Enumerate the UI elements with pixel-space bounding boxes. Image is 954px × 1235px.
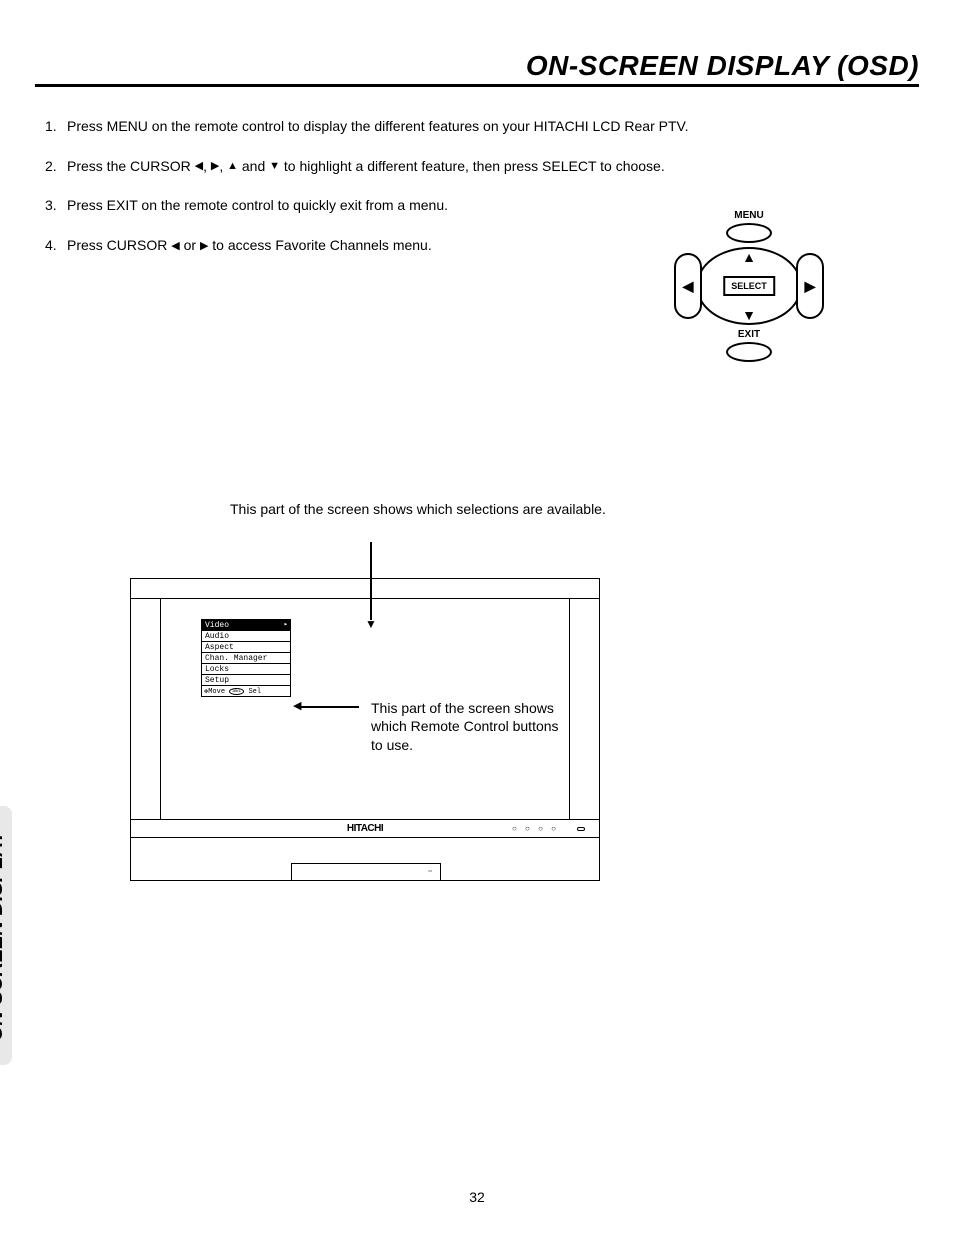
text-fragment: ,	[219, 158, 227, 174]
callout-arrow-line	[299, 706, 359, 708]
up-arrow-icon: ▲	[227, 161, 238, 172]
exit-button-label: EXIT	[674, 329, 824, 340]
left-arrow-icon: ◀	[293, 701, 301, 712]
menu-button-icon	[726, 223, 772, 243]
indicator-dots-icon: ○ ○ ○ ○	[512, 824, 559, 833]
tv-base: ▭	[131, 838, 599, 880]
down-arrow-icon: ▼	[742, 307, 756, 323]
instruction-item: 2. Press the CURSOR ◀, ▶, ▲ and ▼ to hig…	[45, 157, 909, 177]
list-number: 3.	[45, 196, 67, 216]
tv-body: Video Audio Aspect Chan. Manager Locks S…	[131, 599, 599, 820]
osd-menu-item: Setup	[201, 674, 291, 686]
instruction-item: 1. Press MENU on the remote control to d…	[45, 117, 909, 137]
tv-bezel-top	[131, 579, 599, 599]
text-fragment: to highlight a different feature, then p…	[280, 158, 665, 174]
tv-drawer: ▭	[291, 863, 441, 881]
exit-button-icon	[726, 342, 772, 362]
right-arrow-icon: ▶	[805, 278, 816, 295]
callout-remote-buttons: This part of the screen shows which Remo…	[371, 699, 571, 754]
text-fragment: or	[180, 237, 200, 253]
menu-button-label: MENU	[674, 210, 824, 221]
text-fragment: and	[238, 158, 269, 174]
hint-move-label: Move	[208, 688, 225, 696]
list-number: 4.	[45, 236, 67, 256]
osd-menu: Video Audio Aspect Chan. Manager Locks S…	[201, 619, 291, 697]
hint-sel-label: Sel	[248, 688, 261, 696]
tv-speaker-right	[569, 599, 599, 819]
up-arrow-icon: ▲	[742, 249, 756, 265]
list-text: Press the CURSOR ◀, ▶, ▲ and ▼ to highli…	[67, 157, 909, 177]
left-arrow-icon: ◀	[171, 241, 179, 252]
tv-brand-bar: HITACHI ○ ○ ○ ○	[131, 820, 599, 838]
ir-window-icon	[577, 827, 585, 831]
drawer-slot-icon: ▭	[428, 868, 432, 873]
callout-selections: This part of the screen shows which sele…	[230, 500, 630, 518]
text-fragment: Press the CURSOR	[67, 158, 195, 174]
brand-logo: HITACHI	[347, 823, 383, 834]
list-number: 2.	[45, 157, 67, 177]
list-number: 1.	[45, 117, 67, 137]
page-title: ON-SCREEN DISPLAY (OSD)	[35, 50, 919, 84]
list-text: Press MENU on the remote control to disp…	[67, 117, 909, 137]
header-rule: ON-SCREEN DISPLAY (OSD)	[35, 50, 919, 87]
cursor-left-button: ◀	[674, 253, 702, 319]
tv-outline: Video Audio Aspect Chan. Manager Locks S…	[130, 578, 600, 881]
text-fragment: Press CURSOR	[67, 237, 171, 253]
side-tab: ON-SCREEN DISPLAY	[0, 806, 12, 1065]
osd-hint-bar: ✥Move SEL Sel	[201, 685, 291, 697]
page-number: 32	[0, 1189, 954, 1205]
down-arrow-icon: ▼	[269, 161, 280, 172]
left-arrow-icon: ◀	[195, 161, 203, 172]
page: ON-SCREEN DISPLAY (OSD) 1. Press MENU on…	[0, 0, 954, 1235]
left-arrow-icon: ◀	[683, 278, 694, 295]
text-fragment: ,	[203, 158, 211, 174]
cursor-right-button: ▶	[796, 253, 824, 319]
tv-screen: Video Audio Aspect Chan. Manager Locks S…	[161, 599, 569, 819]
tv-diagram: This part of the screen shows which sele…	[130, 500, 630, 881]
tv-speaker-left	[131, 599, 161, 819]
text-fragment: to access Favorite Channels menu.	[208, 237, 431, 253]
remote-diagram: MENU ◀ ▶ SELECT ▲ ▼ EXIT	[674, 210, 824, 364]
dpad: ◀ ▶ SELECT ▲ ▼	[674, 247, 824, 325]
select-button: SELECT	[723, 276, 775, 296]
sel-badge-icon: SEL	[229, 688, 244, 695]
